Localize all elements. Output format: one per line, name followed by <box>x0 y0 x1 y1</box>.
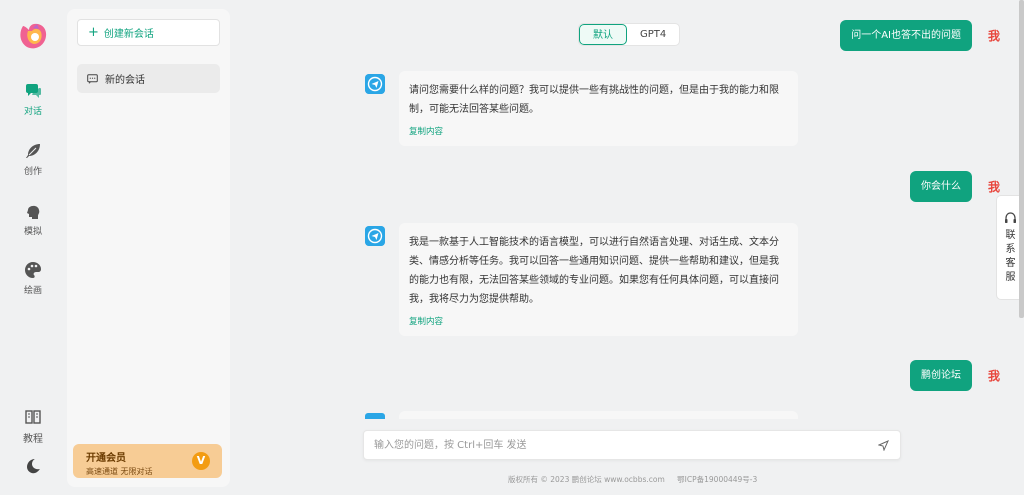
new-session-button[interactable]: + 创建新会话 <box>77 19 220 46</box>
footer-icp-link[interactable]: 鄂ICP备19000449号-3 <box>677 475 757 484</box>
chat-icon <box>26 84 41 98</box>
bot-avatar-icon <box>365 226 385 246</box>
book-icon <box>25 410 41 424</box>
model-switch: 默认 GPT4 <box>578 23 681 46</box>
rail-item-label: 绘画 <box>23 286 42 296</box>
bot-text: 请问您需要什么样的问题？我可以提供一些有挑战性的问题，但是由于我的能力和限制，可… <box>409 85 779 115</box>
chat-area: 默认 GPT4 问一个AI也答不出的问题 我 请问您需要什么样的问题？我可以提供… <box>232 0 1024 495</box>
vip-badge-icon: V <box>192 452 210 470</box>
feather-icon <box>26 144 40 158</box>
headset-icon <box>1005 212 1016 223</box>
palette-icon <box>25 262 41 278</box>
rail-item-chat[interactable]: 对话 <box>0 82 66 117</box>
rail-item-tutorial[interactable]: 教程 <box>0 408 66 445</box>
rail-item-draw[interactable]: 绘画 <box>0 261 66 296</box>
message-input[interactable] <box>364 431 854 459</box>
user-bubble: 鹏创论坛 <box>910 360 972 391</box>
app-logo-icon[interactable] <box>17 22 49 50</box>
sessions-panel: + 创建新会话 新的会话 开通会员 高速通道 无限对话 V <box>67 9 230 487</box>
model-option-gpt4[interactable]: GPT4 <box>627 24 679 45</box>
message-icon <box>87 73 98 84</box>
copy-button[interactable]: 复制内容 <box>409 125 443 137</box>
user-message: 鹏创论坛 我 <box>910 360 1024 391</box>
user-bubble: 问一个AI也答不出的问题 <box>840 20 972 51</box>
moon-icon <box>27 459 40 474</box>
bot-avatar-icon <box>365 413 385 419</box>
scrollbar[interactable] <box>1019 0 1024 318</box>
footer: 版权所有 © 2023 鹏创论坛 www.ocbbs.com 鄂ICP备1900… <box>508 474 767 485</box>
plus-icon: + <box>88 25 99 40</box>
copy-button[interactable]: 复制内容 <box>409 315 443 327</box>
vip-banner[interactable]: 开通会员 高速通道 无限对话 V <box>73 444 222 478</box>
rail-item-label: 对话 <box>23 107 42 117</box>
bot-text: 我是一款基于人工智能技术的语言模型，可以进行自然语言处理、对话生成、文本分类、情… <box>409 237 779 305</box>
bot-message-partial <box>399 411 798 419</box>
nav-rail: 对话 创作 模拟 绘画 教程 <box>0 0 66 495</box>
bot-message: 我是一款基于人工智能技术的语言模型，可以进行自然语言处理、对话生成、文本分类、情… <box>399 223 798 336</box>
rail-item-simulate[interactable]: 模拟 <box>0 202 66 237</box>
session-label: 新的会话 <box>105 75 145 86</box>
theme-toggle[interactable] <box>0 457 66 475</box>
rail-item-label: 教程 <box>23 434 43 445</box>
bot-avatar-icon <box>365 74 385 94</box>
message-input-box <box>363 430 901 460</box>
user-message: 问一个AI也答不出的问题 我 <box>840 20 1024 51</box>
new-session-label: 创建新会话 <box>103 29 154 40</box>
rail-item-create[interactable]: 创作 <box>0 142 66 177</box>
session-item[interactable]: 新的会话 <box>77 64 220 93</box>
footer-copyright: 版权所有 © 2023 鹏创论坛 www.ocbbs.com <box>508 475 665 484</box>
head-icon <box>27 205 40 219</box>
bot-message: 请问您需要什么样的问题？我可以提供一些有挑战性的问题，但是由于我的能力和限制，可… <box>399 71 798 146</box>
rail-item-label: 创作 <box>23 167 42 177</box>
user-tag: 我 <box>988 369 1001 383</box>
user-bubble: 你会什么 <box>910 171 972 202</box>
rail-item-label: 模拟 <box>23 227 42 237</box>
customer-service-label: 联系客服 <box>1005 230 1016 283</box>
model-option-default[interactable]: 默认 <box>579 24 627 45</box>
send-icon[interactable] <box>878 440 889 451</box>
